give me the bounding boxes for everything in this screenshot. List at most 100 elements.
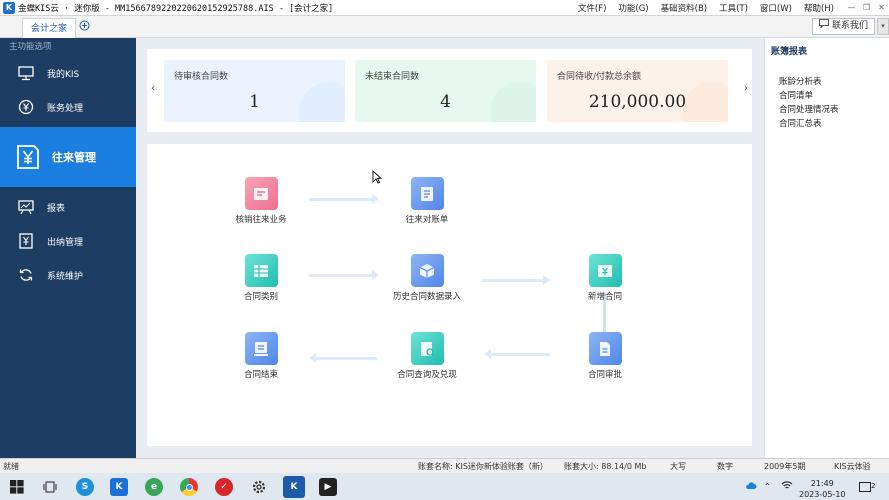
- yen-circle-icon: [18, 99, 34, 115]
- contact-us-label: 联系我们: [831, 21, 868, 31]
- report-link-processing[interactable]: 合同处理情况表: [779, 103, 889, 117]
- clock-date: 2023-05-10: [799, 490, 846, 499]
- history-entry-node[interactable]: 历史合同数据录入: [382, 254, 472, 302]
- add-tab-icon[interactable]: [79, 20, 90, 34]
- taskbar: S K e ✓ K ▶ ⌃ 21:49 2023-05-10 2: [0, 473, 889, 500]
- clock[interactable]: 21:49 2023-05-10: [799, 478, 846, 500]
- restore-icon[interactable]: ❐: [859, 3, 874, 12]
- sidebar-item-cashier[interactable]: 出纳管理: [0, 224, 136, 258]
- status-account-size: 账套大小: 88.14/0 Mb: [564, 462, 647, 471]
- balance-total-card[interactable]: 合同待收/付款总余额 210,000.00: [547, 60, 728, 122]
- monitor-icon: [18, 65, 34, 81]
- chrome-icon[interactable]: [180, 478, 198, 496]
- chart-board-icon: [18, 199, 34, 215]
- process-flow-panel: 核销往来业务 往来对账单 合同类别 历史合同数据录入 新增合同 合同结束 合同查…: [147, 144, 752, 446]
- main-content: ‹ 待审核合同数 1 未结束合同数 4 合同待收/付款总余额 210,000.0…: [136, 38, 764, 458]
- status-period: 2009年5期: [764, 462, 806, 471]
- status-account-name: 账套名称: KIS迷你新体验账套（新）: [418, 462, 548, 471]
- windows-start-icon[interactable]: [8, 478, 26, 496]
- sidebar-item-system[interactable]: 系统维护: [0, 258, 136, 292]
- approve-node[interactable]: 合同审批: [560, 332, 650, 380]
- sidebar-item-label: 报表: [47, 203, 66, 214]
- minimize-icon[interactable]: —: [844, 3, 859, 12]
- status-ready: 就绪: [3, 462, 19, 471]
- report-link-aging[interactable]: 账龄分析表: [779, 75, 889, 89]
- contract-end-icon: [244, 332, 278, 365]
- sidebar-item-accounting[interactable]: 账务处理: [0, 90, 136, 124]
- chat-icon: [818, 19, 829, 34]
- card-value: 1: [249, 92, 260, 112]
- contract-category-label: 合同类别: [243, 292, 278, 302]
- document-search-icon: [410, 332, 444, 365]
- chevron-left-icon[interactable]: ‹: [151, 83, 155, 94]
- status-bar: 就绪 账套名称: KIS迷你新体验账套（新） 账套大小: 88.14/0 Mb …: [0, 458, 889, 473]
- wifi-icon[interactable]: [781, 480, 793, 493]
- close-icon[interactable]: ✕: [874, 3, 889, 12]
- kis-app-icon[interactable]: K: [110, 478, 128, 496]
- sidebar-item-reports[interactable]: 报表: [0, 190, 136, 224]
- sidebar: 主功能选项 我的KIS 账务处理 往来管理 报表 出纳管理 系统维护: [0, 38, 136, 458]
- video-app-icon[interactable]: ▶: [319, 478, 337, 496]
- report-link-contract-list[interactable]: 合同清单: [779, 89, 889, 103]
- contract-category-node[interactable]: 合同类别: [216, 254, 306, 302]
- card-label: 未结束合同数: [365, 72, 420, 82]
- menu-file[interactable]: 文件(F): [572, 2, 613, 14]
- task-view-icon[interactable]: [41, 478, 59, 496]
- summary-panel: ‹ 待审核合同数 1 未结束合同数 4 合同待收/付款总余额 210,000.0…: [147, 49, 752, 132]
- menu-function[interactable]: 功能(G): [612, 2, 654, 14]
- close-contract-node[interactable]: 合同结束: [216, 332, 306, 380]
- chevron-right-icon[interactable]: ›: [744, 83, 748, 94]
- sogou-icon[interactable]: S: [76, 478, 94, 496]
- yen-document-icon: [14, 143, 42, 171]
- query-cash-label: 合同查询及兑现: [397, 370, 457, 380]
- chevron-down-icon[interactable]: ▾: [877, 18, 889, 35]
- sidebar-item-label: 往来管理: [52, 151, 96, 164]
- card-value: 4: [440, 92, 451, 112]
- sidebar-item-label: 出纳管理: [47, 237, 84, 248]
- close-contract-label: 合同结束: [243, 370, 278, 380]
- sidebar-item-label: 我的KIS: [47, 69, 80, 80]
- flow-arrow: [309, 270, 379, 280]
- menu-window[interactable]: 窗口(W): [754, 2, 798, 14]
- sidebar-header: 主功能选项: [9, 42, 52, 52]
- notification-icon[interactable]: 2: [859, 481, 875, 495]
- contact-us-button[interactable]: 联系我们: [811, 18, 875, 35]
- refresh-circle-icon: [18, 267, 34, 283]
- sidebar-item-label: 系统维护: [47, 271, 84, 282]
- approve-label: 合同审批: [587, 370, 622, 380]
- card-label: 合同待收/付款总余额: [557, 72, 642, 82]
- red-app-icon[interactable]: ✓: [215, 478, 233, 496]
- ledger-reports-title: 账簿报表: [771, 47, 808, 57]
- approval-doc-icon: [588, 332, 622, 365]
- pending-review-card[interactable]: 待审核合同数 1: [164, 60, 345, 122]
- tab-accounting-home[interactable]: 会计之家: [22, 18, 77, 38]
- card-label: 待审核合同数: [174, 72, 229, 82]
- writeoff-label: 核销往来业务: [235, 215, 287, 225]
- menu-tools[interactable]: 工具(T): [713, 2, 754, 14]
- kis-active-app-icon[interactable]: K: [283, 476, 305, 498]
- tab-bar: 会计之家 联系我们 ▾: [0, 16, 889, 38]
- settings-gear-icon[interactable]: [250, 478, 268, 496]
- browser-e-icon[interactable]: e: [145, 478, 163, 496]
- clock-time: 21:49: [810, 479, 834, 488]
- kis-logo-icon: K: [3, 1, 15, 14]
- open-contracts-card[interactable]: 未结束合同数 4: [355, 60, 536, 122]
- menu-help[interactable]: 帮助(H): [798, 2, 840, 14]
- new-contract-node[interactable]: 新增合同: [560, 254, 650, 302]
- writeoff-icon: [244, 177, 278, 210]
- report-link-summary[interactable]: 合同汇总表: [779, 117, 889, 131]
- writeoff-node[interactable]: 核销往来业务: [216, 177, 306, 225]
- menu-bar: 文件(F) 功能(G) 基础资料(B) 工具(T) 窗口(W) 帮助(H): [572, 2, 840, 14]
- reconcile-node[interactable]: 往来对账单: [382, 177, 472, 225]
- yen-card-icon: [588, 254, 622, 287]
- menu-basic-data[interactable]: 基础资料(B): [655, 2, 713, 14]
- cloud-sync-icon[interactable]: [745, 481, 757, 494]
- status-cloud: KIS云体验: [834, 462, 871, 471]
- new-contract-label: 新增合同: [587, 292, 622, 302]
- query-cash-node[interactable]: 合同查询及兑现: [382, 332, 472, 380]
- flow-arrow: [309, 194, 379, 204]
- chevron-up-icon[interactable]: ⌃: [764, 481, 771, 492]
- sidebar-item-my-kis[interactable]: 我的KIS: [0, 56, 136, 90]
- sidebar-item-label: 账务处理: [47, 103, 84, 114]
- sidebar-item-receivables[interactable]: 往来管理: [0, 127, 136, 187]
